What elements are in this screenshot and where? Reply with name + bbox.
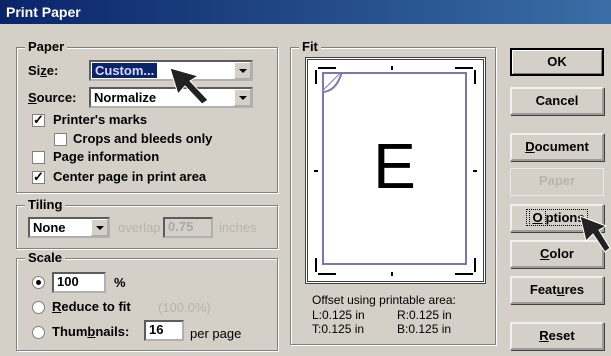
page-info-checkbox[interactable] bbox=[32, 151, 45, 164]
tiling-select-value: None bbox=[33, 220, 66, 235]
overlap-input[interactable]: 0.75 bbox=[163, 217, 213, 238]
features-button[interactable]: Features bbox=[510, 276, 604, 304]
reduce-to-fit-radio[interactable] bbox=[32, 301, 45, 314]
size-select-value: Custom... bbox=[92, 63, 158, 78]
page-preview: E bbox=[305, 57, 486, 284]
scale-percent-input[interactable]: 100 bbox=[52, 272, 106, 293]
paper-group-label: Paper bbox=[25, 39, 68, 54]
offset-left: L:0.125 in bbox=[312, 308, 365, 322]
printers-marks-checkbox[interactable] bbox=[32, 112, 45, 128]
center-page-checkbox[interactable] bbox=[32, 169, 45, 185]
thumbnails-input[interactable]: 16 bbox=[144, 320, 184, 341]
document-button[interactable]: Document bbox=[510, 133, 604, 161]
page-sheet: E bbox=[322, 72, 467, 265]
cancel-button[interactable]: Cancel bbox=[510, 87, 604, 115]
paper-button: Paper bbox=[510, 168, 604, 196]
chevron-down-icon[interactable] bbox=[234, 89, 251, 106]
source-label: Source: bbox=[28, 90, 77, 105]
tiling-select[interactable]: None bbox=[28, 217, 110, 238]
printers-marks-label[interactable]: Printer's marks bbox=[53, 112, 147, 127]
reset-button[interactable]: Reset bbox=[510, 322, 604, 350]
center-page-label[interactable]: Center page in print area bbox=[53, 169, 206, 184]
thumbnails-label[interactable]: Thumbnails: bbox=[52, 324, 129, 339]
offset-title: Offset using printable area: bbox=[312, 293, 456, 307]
source-select-value: Normalize bbox=[94, 90, 157, 105]
scale-group-label: Scale bbox=[25, 250, 65, 265]
thumbnails-unit: per page bbox=[190, 326, 242, 341]
offset-right: R:0.125 in bbox=[397, 308, 452, 322]
mouse-pointer-icon bbox=[579, 215, 611, 253]
crops-bleeds-label[interactable]: Crops and bleeds only bbox=[73, 131, 212, 146]
offset-bottom: B:0.125 in bbox=[397, 322, 452, 336]
crops-bleeds-checkbox[interactable] bbox=[54, 133, 67, 146]
overlap-label: overlap bbox=[118, 220, 161, 235]
chevron-down-icon[interactable] bbox=[234, 62, 251, 79]
tiling-group-label: Tiling bbox=[25, 197, 66, 212]
thumbnails-radio[interactable] bbox=[32, 326, 45, 339]
chevron-down-icon[interactable] bbox=[91, 219, 108, 236]
scale-percent-unit: % bbox=[114, 275, 126, 290]
offset-top: T:0.125 in bbox=[312, 322, 365, 336]
overlap-units-label: inches bbox=[219, 220, 257, 235]
fit-group-label: Fit bbox=[299, 39, 321, 54]
page-letter: E bbox=[373, 130, 416, 202]
size-label: Size: bbox=[28, 63, 59, 78]
ok-button[interactable]: OK bbox=[510, 48, 604, 76]
reduce-to-fit-value: (100.0%) bbox=[158, 300, 211, 315]
scale-percent-radio[interactable] bbox=[32, 276, 45, 289]
reduce-to-fit-label[interactable]: Reduce to fit bbox=[52, 299, 131, 314]
mouse-pointer-icon bbox=[169, 67, 209, 105]
window-title: Print Paper bbox=[0, 0, 611, 24]
page-fold-icon bbox=[322, 72, 343, 93]
page-info-label[interactable]: Page information bbox=[53, 149, 159, 164]
